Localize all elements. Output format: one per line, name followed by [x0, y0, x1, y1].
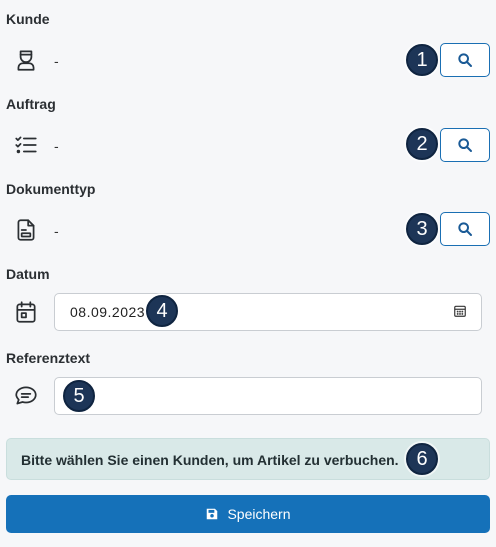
reference-field[interactable]	[54, 377, 482, 415]
alert-text: Bitte wählen Sie einen Kunden, um Artike…	[21, 452, 399, 468]
calendar-icon	[12, 298, 40, 326]
customer-value: -	[54, 53, 59, 69]
search-icon	[458, 53, 472, 67]
step-badge-5: 5	[63, 380, 95, 412]
order-search-button[interactable]	[440, 128, 490, 162]
date-picker-icon[interactable]	[453, 304, 469, 320]
save-button-label: Speichern	[227, 506, 291, 522]
customer-label: Kunde	[6, 11, 50, 27]
search-icon	[458, 138, 472, 152]
order-value: -	[54, 138, 59, 154]
save-icon	[207, 508, 218, 520]
date-label: Datum	[6, 266, 50, 282]
save-button[interactable]: Speichern	[6, 495, 490, 533]
reference-label: Referenztext	[6, 350, 91, 366]
step-badge-2: 2	[406, 128, 438, 160]
document-type-search-button[interactable]	[440, 212, 490, 246]
date-field[interactable]	[54, 293, 482, 331]
step-badge-4: 4	[146, 295, 178, 327]
user-icon	[12, 46, 40, 74]
order-label: Auftrag	[6, 96, 56, 112]
step-badge-6: 6	[406, 443, 438, 475]
document-icon	[12, 216, 40, 244]
checklist-icon	[12, 131, 40, 159]
search-icon	[458, 222, 472, 236]
document-type-value: -	[54, 223, 59, 239]
customer-search-button[interactable]	[440, 43, 490, 77]
step-badge-1: 1	[406, 44, 438, 76]
chat-icon	[12, 382, 40, 410]
date-input[interactable]	[68, 294, 428, 330]
document-type-label: Dokumenttyp	[6, 181, 96, 197]
step-badge-3: 3	[406, 213, 438, 245]
reference-input[interactable]	[68, 378, 428, 414]
